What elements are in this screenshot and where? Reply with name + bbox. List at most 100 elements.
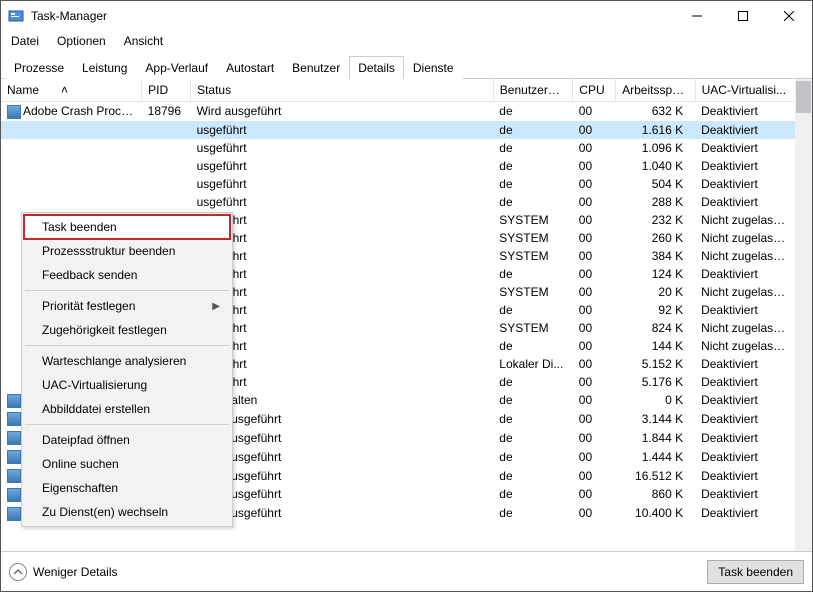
table-row[interactable]: usgeführtde00504 KDeaktiviert — [1, 175, 795, 193]
chevron-up-icon[interactable] — [9, 563, 27, 581]
cell-cpu: 00 — [573, 373, 616, 391]
menu-item[interactable]: Feedback senden — [24, 263, 230, 287]
cell-uac: Nicht zugelass... — [695, 283, 795, 301]
cell-user: SYSTEM — [493, 229, 573, 247]
scrollbar-thumb[interactable] — [796, 81, 811, 113]
details-panel: Name˄ PID Status Benutzerna... CPU Arbei… — [1, 79, 812, 551]
tab-details[interactable]: Details — [349, 56, 404, 79]
process-icon — [7, 394, 21, 408]
cell-mem: 16.512 K — [616, 466, 696, 485]
menu-item[interactable]: Zu Dienst(en) wechseln — [24, 500, 230, 524]
table-row[interactable]: usgeführtde00288 KDeaktiviert — [1, 193, 795, 211]
menu-item[interactable]: Task beenden — [24, 215, 230, 239]
cell-uac: Deaktiviert — [695, 121, 795, 139]
cell-user: de — [493, 193, 573, 211]
cell-user: de — [493, 337, 573, 355]
cell-cpu: 00 — [573, 139, 616, 157]
col-status[interactable]: Status — [191, 79, 494, 102]
tab-prozesse[interactable]: Prozesse — [5, 56, 73, 79]
cell-cpu: 00 — [573, 157, 616, 175]
menu-item[interactable]: Eigenschaften — [24, 476, 230, 500]
tab-autostart[interactable]: Autostart — [217, 56, 283, 79]
close-button[interactable] — [766, 1, 812, 31]
menu-item[interactable]: Zugehörigkeit festlegen — [24, 318, 230, 342]
cell-user: SYSTEM — [493, 211, 573, 229]
tab-benutzer[interactable]: Benutzer — [283, 56, 349, 79]
cell-name — [1, 175, 142, 193]
menu-item-label: Abbilddatei erstellen — [42, 402, 150, 416]
minimize-button[interactable] — [674, 1, 720, 31]
menu-item-label: Priorität festlegen — [42, 299, 135, 313]
cell-cpu: 00 — [573, 337, 616, 355]
menu-item-label: Dateipfad öffnen — [42, 433, 130, 447]
end-task-button[interactable]: Task beenden — [707, 560, 804, 584]
tab-leistung[interactable]: Leistung — [73, 56, 136, 79]
cell-uac: Deaktiviert — [695, 355, 795, 373]
cell-mem: 860 K — [616, 485, 696, 504]
col-mem[interactable]: Arbeitsspei... — [616, 79, 696, 102]
cell-cpu: 00 — [573, 319, 616, 337]
maximize-button[interactable] — [720, 1, 766, 31]
menu-view[interactable]: Ansicht — [122, 32, 165, 50]
cell-pid — [142, 121, 191, 139]
table-row[interactable]: usgeführtde001.616 KDeaktiviert — [1, 121, 795, 139]
cell-cpu: 00 — [573, 447, 616, 466]
table-row[interactable]: usgeführtde001.040 KDeaktiviert — [1, 157, 795, 175]
col-name[interactable]: Name˄ — [1, 79, 142, 102]
cell-name — [1, 157, 142, 175]
cell-mem: 0 K — [616, 391, 696, 410]
col-uac[interactable]: UAC-Virtualisi... — [695, 79, 795, 102]
cell-user: de — [493, 428, 573, 447]
cell-uac: Deaktiviert — [695, 410, 795, 429]
cell-mem: 92 K — [616, 301, 696, 319]
cell-status: usgeführt — [191, 283, 494, 301]
menu-item[interactable]: Prozessstruktur beenden — [24, 239, 230, 263]
menu-item[interactable]: UAC-Virtualisierung — [24, 373, 230, 397]
cell-cpu: 00 — [573, 247, 616, 265]
cell-user: SYSTEM — [493, 283, 573, 301]
context-menu: Task beenden Prozessstruktur beenden Feedb… — [21, 212, 233, 527]
cell-cpu: 00 — [573, 410, 616, 429]
cell-status: Wird ausgeführt — [191, 485, 494, 504]
menu-item[interactable]: Dateipfad öffnen — [24, 428, 230, 452]
footer: Weniger Details Task beenden — [1, 551, 812, 591]
cell-uac: Deaktiviert — [695, 504, 795, 523]
cell-status: Wird ausgeführt — [191, 102, 494, 121]
process-icon — [7, 431, 21, 445]
cell-status: usgeführt — [191, 175, 494, 193]
menu-item-label: Online suchen — [42, 457, 119, 471]
cell-status: usgeführt — [191, 373, 494, 391]
fewer-details-link[interactable]: Weniger Details — [33, 565, 117, 579]
cell-mem: 1.844 K — [616, 428, 696, 447]
cell-user: de — [493, 301, 573, 319]
cell-uac: Deaktiviert — [695, 428, 795, 447]
cell-user: de — [493, 466, 573, 485]
cell-cpu: 00 — [573, 175, 616, 193]
menu-item[interactable]: Warteschlange analysieren — [24, 349, 230, 373]
menubar: Datei Optionen Ansicht — [1, 31, 812, 51]
cell-cpu: 00 — [573, 355, 616, 373]
cell-status: usgeführt — [191, 229, 494, 247]
menu-item[interactable]: Abbilddatei erstellen — [24, 397, 230, 421]
cell-cpu: 00 — [573, 211, 616, 229]
vertical-scrollbar[interactable] — [795, 79, 812, 551]
menu-file[interactable]: Datei — [9, 32, 41, 50]
table-header-row: Name˄ PID Status Benutzerna... CPU Arbei… — [1, 79, 795, 102]
menu-item[interactable]: Priorität festlegen▶ — [24, 294, 230, 318]
cell-mem: 232 K — [616, 211, 696, 229]
menu-options[interactable]: Optionen — [55, 32, 108, 50]
cell-mem: 5.152 K — [616, 355, 696, 373]
menu-item[interactable]: Online suchen — [24, 452, 230, 476]
col-user[interactable]: Benutzerna... — [493, 79, 573, 102]
table-row[interactable]: usgeführtde001.096 KDeaktiviert — [1, 139, 795, 157]
tab-dienste[interactable]: Dienste — [404, 56, 463, 79]
table-row[interactable]: Adobe Crash Proces...18796Wird ausgeführ… — [1, 102, 795, 121]
cell-status: usgeführt — [191, 301, 494, 319]
col-cpu[interactable]: CPU — [573, 79, 616, 102]
col-pid[interactable]: PID — [142, 79, 191, 102]
menu-separator — [25, 345, 229, 346]
menu-item-label: Prozessstruktur beenden — [42, 244, 175, 258]
sort-asc-icon: ˄ — [61, 83, 68, 97]
menu-item-label: Task beenden — [42, 220, 117, 234]
tab-app-verlauf[interactable]: App-Verlauf — [136, 56, 217, 79]
